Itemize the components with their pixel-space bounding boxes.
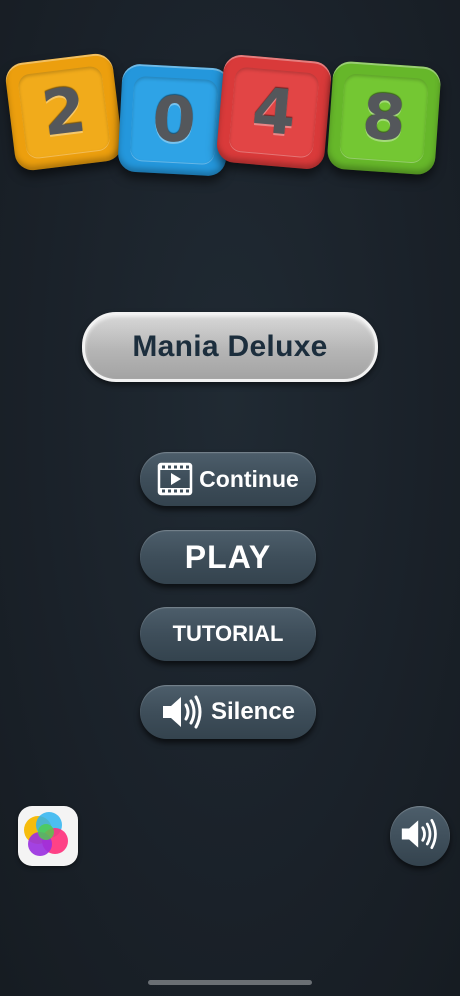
speaker-icon <box>161 694 205 730</box>
logo-tile-8: 8 <box>326 60 442 176</box>
logo-tile-0: 0 <box>117 63 231 177</box>
logo-digit: 2 <box>38 72 90 151</box>
home-indicator[interactable] <box>148 980 312 985</box>
play-button[interactable]: PLAY <box>140 530 316 584</box>
tutorial-label: TUTORIAL <box>172 621 284 646</box>
game-logo: 2 0 4 8 <box>0 0 460 200</box>
game-center-button[interactable] <box>18 806 78 866</box>
film-play-icon <box>157 461 193 497</box>
mode-badge: Mania Deluxe <box>82 312 378 382</box>
logo-tile-4: 4 <box>215 53 333 171</box>
logo-tile-2: 2 <box>3 51 125 173</box>
logo-digit: 0 <box>150 81 198 158</box>
logo-digit: 4 <box>249 73 299 150</box>
tutorial-button[interactable]: TUTORIAL <box>140 607 316 661</box>
main-menu-screen: 2 0 4 8 Mania Deluxe Continue PLAY TUTOR… <box>0 0 460 996</box>
sound-toggle-button[interactable] <box>390 806 450 866</box>
logo-digit: 8 <box>359 79 409 156</box>
play-label: PLAY <box>184 538 272 575</box>
continue-button[interactable]: Continue <box>140 452 316 506</box>
silence-button[interactable]: Silence <box>140 685 316 739</box>
silence-label: Silence <box>210 698 296 725</box>
continue-label: Continue <box>199 465 299 492</box>
sound-on-icon <box>400 817 440 856</box>
